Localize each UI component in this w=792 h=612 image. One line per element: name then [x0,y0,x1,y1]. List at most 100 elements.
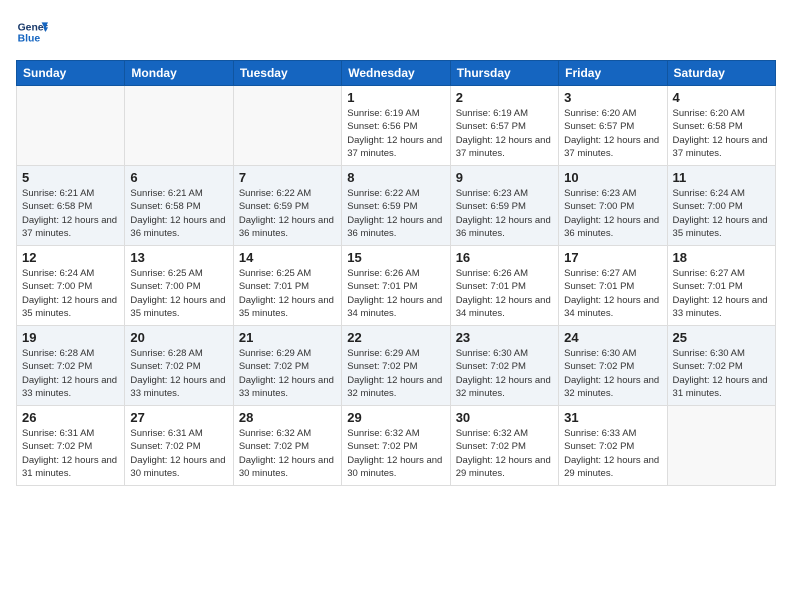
day-info: Sunrise: 6:19 AMSunset: 6:56 PMDaylight:… [347,107,444,160]
day-info: Sunrise: 6:26 AMSunset: 7:01 PMDaylight:… [456,267,553,320]
day-info: Sunrise: 6:33 AMSunset: 7:02 PMDaylight:… [564,427,661,480]
calendar-day-cell: 27Sunrise: 6:31 AMSunset: 7:02 PMDayligh… [125,406,233,486]
calendar-day-cell: 4 Sunrise: 6:20 AMSunset: 6:58 PMDaylight… [667,86,775,166]
day-number: 4 [673,90,770,105]
calendar-day-cell: 19 Sunrise: 6:28 AMSunset: 7:02 PMDayligh… [17,326,125,406]
calendar-day-cell: 22 Sunrise: 6:29 AMSunset: 7:02 PMDayligh… [342,326,450,406]
day-number: 16 [456,250,553,265]
calendar-week-row: 5 Sunrise: 6:21 AMSunset: 6:58 PMDaylight… [17,166,776,246]
day-number: 29 [347,410,444,425]
day-info: Sunrise: 6:21 AMSunset: 6:58 PMDaylight:… [22,187,119,240]
day-number: 5 [22,170,119,185]
calendar-day-cell: 9 Sunrise: 6:23 AMSunset: 6:59 PMDaylight… [450,166,558,246]
day-info: Sunrise: 6:23 AMSunset: 7:00 PMDaylight:… [564,187,661,240]
day-info: Sunrise: 6:24 AMSunset: 7:00 PMDaylight:… [673,187,770,240]
day-number: 6 [130,170,227,185]
svg-text:Blue: Blue [18,34,41,45]
weekday-header: Tuesday [233,61,341,86]
calendar-day-cell [125,86,233,166]
calendar-day-cell: 21Sunrise: 6:29 AMSunset: 7:02 PMDayligh… [233,326,341,406]
day-info: Sunrise: 6:21 AMSunset: 6:58 PMDaylight:… [130,187,227,240]
day-number: 22 [347,330,444,345]
calendar-day-cell [233,86,341,166]
calendar-week-row: 26 Sunrise: 6:31 AMSunset: 7:02 PMDayligh… [17,406,776,486]
day-info: Sunrise: 6:24 AMSunset: 7:00 PMDaylight:… [22,267,119,320]
day-info: Sunrise: 6:20 AMSunset: 6:58 PMDaylight:… [673,107,770,160]
calendar-day-cell: 29 Sunrise: 6:32 AMSunset: 7:02 PMDayligh… [342,406,450,486]
day-info: Sunrise: 6:30 AMSunset: 7:02 PMDaylight:… [564,347,661,400]
day-number: 19 [22,330,119,345]
calendar-day-cell: 20 Sunrise: 6:28 AMSunset: 7:02 PMDayligh… [125,326,233,406]
day-info: Sunrise: 6:31 AMSunset: 7:02 PMDaylight:… [130,427,227,480]
day-number: 2 [456,90,553,105]
day-info: Sunrise: 6:27 AMSunset: 7:01 PMDaylight:… [673,267,770,320]
page-header: General Blue [16,16,776,48]
day-number: 7 [239,170,336,185]
weekday-header: Friday [559,61,667,86]
day-number: 12 [22,250,119,265]
day-info: Sunrise: 6:23 AMSunset: 6:59 PMDaylight:… [456,187,553,240]
weekday-header: Thursday [450,61,558,86]
calendar-day-cell: 17Sunrise: 6:27 AMSunset: 7:01 PMDayligh… [559,246,667,326]
calendar-day-cell: 3 Sunrise: 6:20 AMSunset: 6:57 PMDaylight… [559,86,667,166]
calendar-day-cell [17,86,125,166]
day-number: 31 [564,410,661,425]
day-number: 26 [22,410,119,425]
day-number: 30 [456,410,553,425]
day-info: Sunrise: 6:30 AMSunset: 7:02 PMDaylight:… [673,347,770,400]
day-info: Sunrise: 6:20 AMSunset: 6:57 PMDaylight:… [564,107,661,160]
calendar-day-cell [667,406,775,486]
day-info: Sunrise: 6:22 AMSunset: 6:59 PMDaylight:… [239,187,336,240]
calendar-day-cell: 1 Sunrise: 6:19 AMSunset: 6:56 PMDaylight… [342,86,450,166]
calendar-table: SundayMondayTuesdayWednesdayThursdayFrid… [16,60,776,486]
calendar-day-cell: 25 Sunrise: 6:30 AMSunset: 7:02 PMDayligh… [667,326,775,406]
calendar-day-cell: 8 Sunrise: 6:22 AMSunset: 6:59 PMDaylight… [342,166,450,246]
calendar-day-cell: 30Sunrise: 6:32 AMSunset: 7:02 PMDayligh… [450,406,558,486]
day-number: 13 [130,250,227,265]
weekday-header-row: SundayMondayTuesdayWednesdayThursdayFrid… [17,61,776,86]
day-info: Sunrise: 6:26 AMSunset: 7:01 PMDaylight:… [347,267,444,320]
day-number: 11 [673,170,770,185]
calendar-day-cell: 5 Sunrise: 6:21 AMSunset: 6:58 PMDaylight… [17,166,125,246]
logo: General Blue [16,16,52,48]
calendar-day-cell: 31 Sunrise: 6:33 AMSunset: 7:02 PMDayligh… [559,406,667,486]
day-number: 1 [347,90,444,105]
day-number: 17 [564,250,661,265]
calendar-day-cell: 6 Sunrise: 6:21 AMSunset: 6:58 PMDaylight… [125,166,233,246]
day-info: Sunrise: 6:29 AMSunset: 7:02 PMDaylight:… [347,347,444,400]
calendar-day-cell: 26Sunrise: 6:31 AMSunset: 7:02 PMDayligh… [17,406,125,486]
day-number: 24 [564,330,661,345]
day-info: Sunrise: 6:29 AMSunset: 7:02 PMDaylight:… [239,347,336,400]
day-number: 28 [239,410,336,425]
calendar-day-cell: 7 Sunrise: 6:22 AMSunset: 6:59 PMDaylight… [233,166,341,246]
day-info: Sunrise: 6:28 AMSunset: 7:02 PMDaylight:… [130,347,227,400]
day-number: 18 [673,250,770,265]
calendar-day-cell: 2 Sunrise: 6:19 AMSunset: 6:57 PMDaylight… [450,86,558,166]
calendar-week-row: 12 Sunrise: 6:24 AMSunset: 7:00 PMDayligh… [17,246,776,326]
day-info: Sunrise: 6:19 AMSunset: 6:57 PMDaylight:… [456,107,553,160]
day-info: Sunrise: 6:25 AMSunset: 7:00 PMDaylight:… [130,267,227,320]
calendar-day-cell: 14Sunrise: 6:25 AMSunset: 7:01 PMDayligh… [233,246,341,326]
calendar-day-cell: 13 Sunrise: 6:25 AMSunset: 7:00 PMDayligh… [125,246,233,326]
day-info: Sunrise: 6:30 AMSunset: 7:02 PMDaylight:… [456,347,553,400]
day-number: 15 [347,250,444,265]
calendar-week-row: 19 Sunrise: 6:28 AMSunset: 7:02 PMDayligh… [17,326,776,406]
calendar-day-cell: 23 Sunrise: 6:30 AMSunset: 7:02 PMDayligh… [450,326,558,406]
day-info: Sunrise: 6:25 AMSunset: 7:01 PMDaylight:… [239,267,336,320]
day-number: 8 [347,170,444,185]
day-info: Sunrise: 6:32 AMSunset: 7:02 PMDaylight:… [239,427,336,480]
day-info: Sunrise: 6:28 AMSunset: 7:02 PMDaylight:… [22,347,119,400]
weekday-header: Saturday [667,61,775,86]
calendar-week-row: 1 Sunrise: 6:19 AMSunset: 6:56 PMDaylight… [17,86,776,166]
calendar-day-cell: 11 Sunrise: 6:24 AMSunset: 7:00 PMDayligh… [667,166,775,246]
day-number: 20 [130,330,227,345]
day-number: 25 [673,330,770,345]
day-info: Sunrise: 6:32 AMSunset: 7:02 PMDaylight:… [347,427,444,480]
day-number: 9 [456,170,553,185]
calendar-day-cell: 15 Sunrise: 6:26 AMSunset: 7:01 PMDayligh… [342,246,450,326]
day-number: 3 [564,90,661,105]
day-number: 23 [456,330,553,345]
calendar-day-cell: 12 Sunrise: 6:24 AMSunset: 7:00 PMDayligh… [17,246,125,326]
calendar-day-cell: 18 Sunrise: 6:27 AMSunset: 7:01 PMDayligh… [667,246,775,326]
day-info: Sunrise: 6:22 AMSunset: 6:59 PMDaylight:… [347,187,444,240]
